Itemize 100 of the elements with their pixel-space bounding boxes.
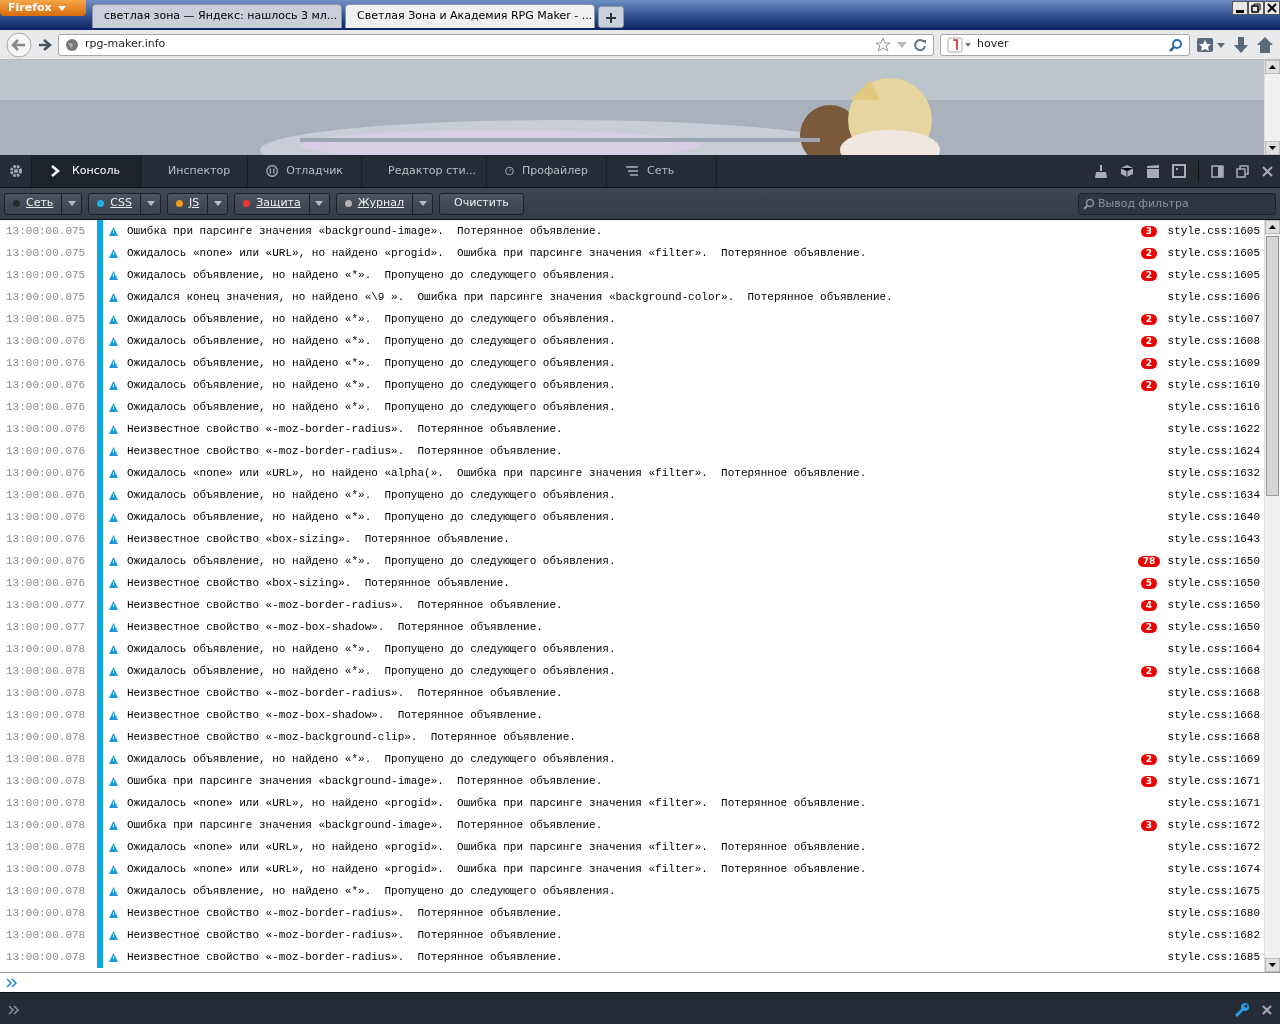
close-icon[interactable] <box>1261 164 1274 178</box>
prompt-icon[interactable] <box>8 1004 20 1015</box>
source-link[interactable]: style.css:1671 <box>1164 794 1264 812</box>
devtools-tab[interactable]: Редактор сти... <box>362 155 487 187</box>
devtools-tab[interactable]: Инспектор <box>142 155 248 187</box>
new-tab-button[interactable] <box>598 6 624 28</box>
source-link[interactable]: style.css:1624 <box>1164 442 1264 460</box>
back-icon[interactable] <box>6 31 32 58</box>
minimize-button[interactable] <box>1232 1 1248 15</box>
scroll-down-icon[interactable] <box>1265 141 1280 155</box>
restore-button[interactable] <box>1248 1 1264 15</box>
warning-icon <box>108 314 118 324</box>
timestamp: 13:00:00.075 <box>5 267 87 283</box>
source-link[interactable]: style.css:1668 <box>1164 662 1264 680</box>
source-link[interactable]: style.css:1622 <box>1164 420 1264 438</box>
window-icon[interactable] <box>1236 164 1249 178</box>
source-link[interactable]: style.css:1640 <box>1164 508 1264 526</box>
cube-icon[interactable] <box>1120 163 1134 179</box>
devtools-tab[interactable]: Сеть <box>607 155 717 187</box>
source-link[interactable]: style.css:1685 <box>1164 948 1264 966</box>
source-link[interactable]: style.css:1650 <box>1164 596 1264 614</box>
tab-title: светлая зона — Яндекс: нашлось 3 мл... <box>104 8 338 25</box>
log-message: Неизвестное свойство «-moz-border-radius». Потерянное объявление. <box>126 597 564 613</box>
settings-icon[interactable] <box>8 164 23 178</box>
source-link[interactable]: style.css:1605 <box>1164 266 1264 284</box>
restore-icon <box>1249 2 1263 14</box>
search-engine-icon[interactable] <box>947 36 971 53</box>
filter-button[interactable]: Журнал <box>335 192 433 215</box>
scrollbar[interactable] <box>1264 60 1280 155</box>
log-message: Неизвестное свойство «-moz-border-radius». Потерянное объявление. <box>126 905 564 921</box>
source-link[interactable]: style.css:1610 <box>1164 376 1264 394</box>
caret-icon[interactable] <box>315 201 324 206</box>
devtools-tab[interactable]: Консоль <box>32 155 142 187</box>
caret-icon[interactable] <box>146 201 155 206</box>
source-link[interactable]: style.css:1608 <box>1164 332 1264 350</box>
source-link[interactable]: style.css:1669 <box>1164 750 1264 768</box>
source-link[interactable]: style.css:1634 <box>1164 486 1264 504</box>
forward-icon[interactable] <box>38 37 52 52</box>
log-message: Ожидался конец значения, но найдено «\9 ». Ошибка при парсинге значения «background-color». Потерянное объявление. <box>126 289 894 305</box>
source-link[interactable]: style.css:1609 <box>1164 354 1264 372</box>
source-link[interactable]: style.css:1605 <box>1164 244 1264 262</box>
reload-icon[interactable] <box>913 37 927 52</box>
timestamp: 13:00:00.078 <box>5 663 87 679</box>
browser-tab[interactable]: Светлая Зона и Академия RPG Maker - ... <box>345 4 595 28</box>
search-icon <box>1083 197 1095 210</box>
source-link[interactable]: style.css:1632 <box>1164 464 1264 482</box>
caret-icon[interactable] <box>213 201 222 206</box>
screen-icon[interactable] <box>1172 163 1186 179</box>
scroll-up-icon[interactable] <box>1265 220 1280 234</box>
dock-side-icon[interactable] <box>1211 164 1224 178</box>
clear-button[interactable]: Очистить <box>439 192 524 215</box>
scroll-up-icon[interactable] <box>1265 60 1280 74</box>
source-link[interactable]: style.css:1680 <box>1164 904 1264 922</box>
devtools-tab[interactable]: Профайлер <box>487 155 607 187</box>
close-icon[interactable] <box>1262 1004 1272 1015</box>
source-link[interactable]: style.css:1616 <box>1164 398 1264 416</box>
warning-icon <box>108 666 118 676</box>
source-link[interactable]: style.css:1682 <box>1164 926 1264 944</box>
scrollbar[interactable] <box>1264 220 1280 972</box>
home-icon[interactable] <box>1256 35 1274 54</box>
source-link[interactable]: style.css:1643 <box>1164 530 1264 548</box>
scroll-down-icon[interactable] <box>1265 958 1280 972</box>
scroll-thumb[interactable] <box>1266 236 1279 496</box>
source-link[interactable]: style.css:1607 <box>1164 310 1264 328</box>
caret-icon[interactable] <box>418 201 427 206</box>
plus-icon <box>605 11 617 24</box>
filter-button[interactable]: JS <box>167 192 229 215</box>
source-link[interactable]: style.css:1605 <box>1164 222 1264 240</box>
source-link[interactable]: style.css:1668 <box>1164 728 1264 746</box>
close-button[interactable] <box>1264 1 1280 15</box>
search-field[interactable]: hover <box>940 33 1190 56</box>
filter-button[interactable]: CSS <box>88 192 161 215</box>
source-link[interactable]: style.css:1672 <box>1164 816 1264 834</box>
source-link[interactable]: style.css:1650 <box>1164 574 1264 592</box>
source-link[interactable]: style.css:1675 <box>1164 882 1264 900</box>
source-link[interactable]: style.css:1671 <box>1164 772 1264 790</box>
warning-icon <box>108 798 118 808</box>
source-link[interactable]: style.css:1668 <box>1164 684 1264 702</box>
source-link[interactable]: style.css:1650 <box>1164 552 1264 570</box>
download-icon[interactable] <box>1232 35 1250 54</box>
filter-button[interactable]: Сеть <box>4 192 83 215</box>
source-link[interactable]: style.css:1672 <box>1164 838 1264 856</box>
warning-icon <box>108 622 118 632</box>
bookmarks-icon[interactable] <box>1196 35 1226 54</box>
search-icon[interactable] <box>1169 37 1183 52</box>
filter-field[interactable]: Вывод фильтра <box>1078 192 1276 215</box>
star-icon[interactable] <box>875 36 891 53</box>
filter-button[interactable]: Защита <box>234 192 330 215</box>
browser-tab[interactable]: светлая зона — Яндекс: нашлось 3 мл... <box>92 4 342 28</box>
source-link[interactable]: style.css:1664 <box>1164 640 1264 658</box>
source-link[interactable]: style.css:1674 <box>1164 860 1264 878</box>
url-field[interactable]: rpg-maker.info <box>58 33 934 56</box>
devtools-tab[interactable]: Отладчик <box>248 155 362 187</box>
clapper-icon[interactable] <box>1146 163 1160 179</box>
wrench-icon[interactable] <box>1234 1001 1250 1018</box>
source-link[interactable]: style.css:1650 <box>1164 618 1264 636</box>
source-link[interactable]: style.css:1606 <box>1164 288 1264 306</box>
source-link[interactable]: style.css:1668 <box>1164 706 1264 724</box>
broom-icon[interactable] <box>1094 163 1108 179</box>
caret-icon[interactable] <box>67 201 76 206</box>
